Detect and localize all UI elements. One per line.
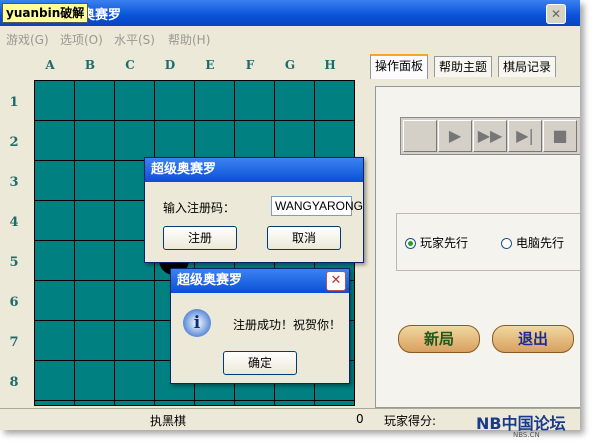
exit-button[interactable]: 退出 bbox=[492, 325, 574, 353]
column-label: C bbox=[125, 58, 135, 72]
close-icon[interactable]: ✕ bbox=[546, 4, 566, 24]
column-label: F bbox=[245, 58, 255, 72]
column-label: E bbox=[205, 58, 215, 72]
register-prompt: 输入注册码： bbox=[163, 201, 236, 215]
status-score-value: 0 bbox=[356, 412, 364, 426]
playback-controls: ▶ ▶▶ ▶| ■ bbox=[400, 117, 580, 155]
menu-options[interactable]: 选项(O) bbox=[60, 31, 103, 48]
dialog-title: 超级奥赛罗 bbox=[171, 269, 349, 293]
register-button[interactable]: 注册 bbox=[163, 226, 237, 250]
column-label: H bbox=[324, 58, 336, 72]
fast-forward-icon[interactable]: ▶▶ bbox=[473, 120, 507, 152]
register-dialog: 超级奥赛罗 输入注册码： WANGYARONG 注册 取消 bbox=[144, 157, 364, 263]
row-label: 5 bbox=[9, 255, 19, 270]
radio-computer-first[interactable]: 电脑先行 bbox=[501, 234, 564, 251]
radio-label: 电脑先行 bbox=[516, 236, 565, 250]
watermark-label: yuanbin破解 bbox=[2, 3, 89, 23]
column-label: G bbox=[284, 58, 296, 72]
cancel-button[interactable]: 取消 bbox=[267, 226, 341, 250]
row-label: 8 bbox=[9, 375, 19, 390]
column-label: A bbox=[45, 58, 55, 72]
row-label: 6 bbox=[9, 295, 19, 310]
menu-help[interactable]: 帮助(H) bbox=[168, 31, 210, 48]
row-label: 1 bbox=[9, 95, 19, 110]
menu-level[interactable]: 水平(S) bbox=[114, 31, 155, 48]
play-icon[interactable]: ▶ bbox=[438, 120, 472, 152]
row-label: 4 bbox=[9, 215, 19, 230]
success-dialog: 超级奥赛罗 ✕ i 注册成功！祝贺你！ 确定 bbox=[170, 268, 350, 384]
menu-game[interactable]: 游戏(G) bbox=[6, 31, 49, 48]
column-label: B bbox=[84, 58, 96, 72]
radio-player-first[interactable]: 玩家先行 bbox=[405, 234, 468, 251]
skip-end-icon[interactable]: ▶| bbox=[508, 120, 542, 152]
ok-button[interactable]: 确定 bbox=[223, 351, 297, 375]
column-label: D bbox=[164, 58, 176, 72]
dialog-title: 超级奥赛罗 bbox=[145, 158, 363, 182]
radio-label: 玩家先行 bbox=[420, 236, 469, 250]
radio-unselected-icon bbox=[501, 238, 512, 249]
tab-help-topics[interactable]: 帮助主题 bbox=[434, 56, 493, 77]
row-label: 7 bbox=[9, 335, 19, 350]
registration-code-input[interactable]: WANGYARONG bbox=[271, 196, 363, 216]
site-logo-subtext: NBS.CN bbox=[513, 431, 540, 439]
info-icon: i bbox=[183, 309, 211, 337]
status-player-score: 玩家得分: bbox=[384, 414, 437, 428]
success-message: 注册成功！祝贺你！ bbox=[233, 318, 342, 332]
radio-selected-icon bbox=[405, 238, 416, 249]
new-game-button[interactable]: 新局 bbox=[398, 325, 480, 353]
stop-icon[interactable]: ■ bbox=[543, 120, 577, 152]
tab-control-panel[interactable]: 操作面板 bbox=[370, 54, 429, 79]
blank-button[interactable] bbox=[403, 120, 437, 152]
turn-order-group: 玩家先行 电脑先行 bbox=[396, 213, 580, 271]
row-label: 3 bbox=[9, 175, 19, 190]
title-bar[interactable]: 超级奥赛罗 yuanbin破解 ✕ bbox=[0, 0, 580, 26]
close-icon[interactable]: ✕ bbox=[326, 271, 346, 291]
menu-bar: 游戏(G) 选项(O) 水平(S) 帮助(H) bbox=[0, 28, 580, 50]
row-label: 2 bbox=[9, 135, 19, 150]
status-turn: 执黑棋 bbox=[150, 414, 187, 428]
control-panel: ▶ ▶▶ ▶| ■ 玩家先行 电脑先行 新局 退出 bbox=[375, 86, 580, 408]
tab-game-record[interactable]: 棋局记录 bbox=[498, 56, 557, 77]
